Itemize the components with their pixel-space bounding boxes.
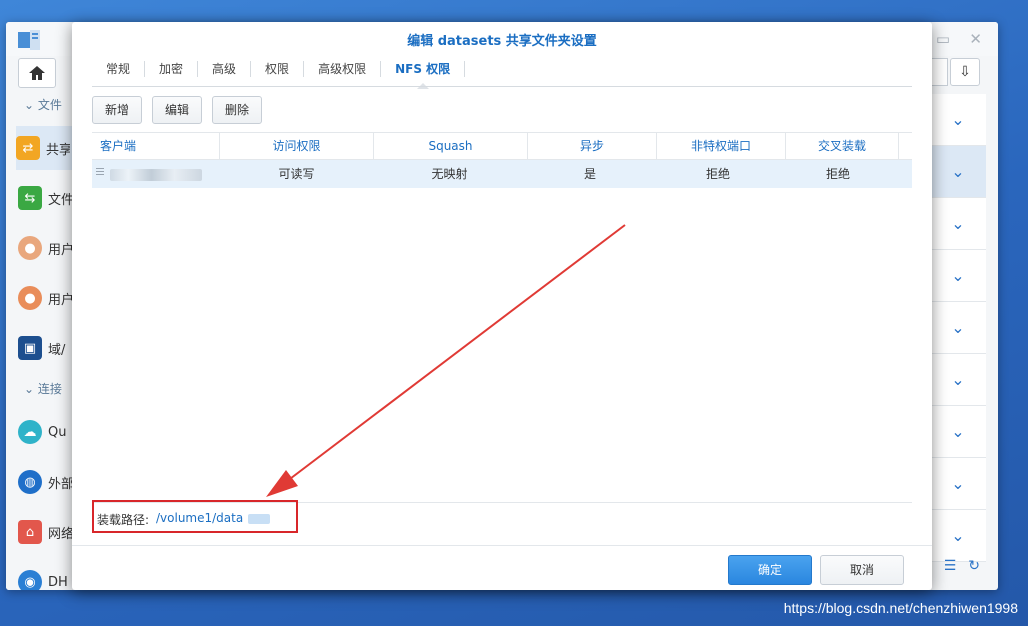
- nfs-rules-table: 客户端 访问权限 Squash 异步 非特权端口 交叉装载 可读写 无映射 是 …: [92, 132, 912, 188]
- shared-folder-list: ⌄ ⌄ ⌄ ⌄ ⌄ ⌄ ⌄ ⌄ ⌄: [930, 94, 986, 562]
- cell-non-privileged-port: 拒绝: [705, 167, 730, 181]
- tab-separator: [464, 61, 466, 77]
- sidebar-item-quickconnect[interactable]: ☁ Qu: [18, 410, 78, 454]
- sidebar-group-file[interactable]: ⌄ 文件: [24, 96, 62, 113]
- dialog-title: 编辑 datasets 共享文件夹设置: [407, 34, 597, 49]
- sidebar-item-label: 共享: [46, 142, 70, 158]
- dhcp-icon: ◉: [18, 570, 42, 590]
- tab-underline: [92, 86, 912, 87]
- sidebar-item-label: 域/: [48, 342, 66, 358]
- column-header-access[interactable]: 访问权限: [220, 133, 374, 159]
- quickconnect-icon: ☁: [18, 420, 42, 444]
- cell-async: 是: [583, 167, 596, 181]
- sort-button[interactable]: ⇩: [950, 58, 980, 86]
- expand-chevron-icon[interactable]: ⌄: [930, 146, 986, 198]
- tab-bar: 常规 加密 高级 权限 高级权限 NFS 权限: [92, 54, 466, 89]
- search-field-edge[interactable]: [931, 58, 948, 86]
- sidebar-item-domain[interactable]: ▣ 域/: [18, 326, 78, 370]
- shared-folder-icon: ⇄: [16, 136, 40, 160]
- tab-advanced-permissions[interactable]: 高级权限: [304, 54, 380, 84]
- cell-squash: 无映射: [431, 167, 468, 181]
- table-row[interactable]: 可读写 无映射 是 拒绝 拒绝: [92, 160, 912, 188]
- tab-permissions[interactable]: 权限: [251, 54, 303, 84]
- footer-divider: [72, 545, 932, 546]
- cell-client: [92, 160, 220, 188]
- expand-chevron-icon[interactable]: ⌄: [930, 354, 986, 406]
- table-header: 客户端 访问权限 Squash 异步 非特权端口 交叉装载: [92, 132, 912, 160]
- column-header-cross-mount[interactable]: 交叉装载: [786, 133, 899, 159]
- tab-general[interactable]: 常规: [92, 54, 144, 84]
- domain-icon: ▣: [18, 336, 42, 360]
- drag-handle-icon[interactable]: [96, 168, 104, 177]
- control-panel-app-icon: [18, 30, 40, 50]
- sidebar-item-label: DH: [48, 574, 68, 590]
- network-home-icon: ⌂: [18, 520, 42, 544]
- column-header-non-privileged-port[interactable]: 非特权端口: [657, 133, 786, 159]
- redacted-client-address: [110, 168, 202, 181]
- sidebar-item-label: 文件: [48, 192, 72, 208]
- globe-icon: ◍: [18, 470, 42, 494]
- expand-chevron-icon[interactable]: ⌄: [930, 458, 986, 510]
- expand-chevron-icon[interactable]: ⌄: [930, 302, 986, 354]
- cell-access: 可读写: [278, 167, 315, 181]
- refresh-icon[interactable]: ↻: [968, 558, 980, 574]
- close-icon[interactable]: ✕: [969, 30, 982, 48]
- expand-chevron-icon[interactable]: ⌄: [930, 94, 986, 146]
- expand-chevron-icon[interactable]: ⌄: [930, 198, 986, 250]
- sidebar-item-label: 用户: [48, 292, 72, 308]
- edit-button[interactable]: 编辑: [152, 96, 203, 124]
- sidebar-item-label: 网络: [48, 526, 72, 542]
- column-header-squash[interactable]: Squash: [374, 133, 528, 159]
- watermark: https://blog.csdn.net/chenzhiwen1998: [783, 600, 1018, 616]
- column-header-async[interactable]: 异步: [528, 133, 657, 159]
- sidebar-item-dhcp[interactable]: ◉ DH: [18, 560, 78, 590]
- sidebar-item-label: 外部: [48, 476, 72, 492]
- ok-button[interactable]: 确定: [728, 555, 812, 585]
- cell-cross-mount: 拒绝: [825, 167, 850, 181]
- edit-shared-folder-dialog: 编辑 datasets 共享文件夹设置 常规 加密 高级 权限 高级权限 NFS…: [72, 22, 932, 590]
- column-header-client[interactable]: 客户端: [92, 133, 220, 159]
- sidebar-item-shared-folder[interactable]: ⇄ 共享: [16, 126, 78, 170]
- minimize-icon[interactable]: ▭: [936, 30, 950, 48]
- tab-advanced[interactable]: 高级: [198, 54, 250, 84]
- list-footer-icons: ☰ ↻: [944, 558, 980, 574]
- sidebar-item-user[interactable]: ● 用户: [18, 226, 78, 270]
- expand-chevron-icon[interactable]: ⌄: [930, 406, 986, 458]
- cancel-button[interactable]: 取消: [820, 555, 904, 585]
- delete-button[interactable]: 删除: [212, 96, 263, 124]
- sidebar-item-network[interactable]: ⌂ 网络: [18, 510, 78, 554]
- sidebar-item-label: 用户: [48, 242, 72, 258]
- add-button[interactable]: 新增: [92, 96, 143, 124]
- home-button[interactable]: [18, 58, 56, 88]
- sidebar-item-external-access[interactable]: ◍ 外部: [18, 460, 78, 504]
- file-services-icon: ⇆: [18, 186, 42, 210]
- tab-encryption[interactable]: 加密: [145, 54, 197, 84]
- expand-chevron-icon[interactable]: ⌄: [930, 250, 986, 302]
- tab-nfs-permissions[interactable]: NFS 权限: [381, 54, 464, 89]
- sidebar-item-label: Qu: [48, 424, 67, 440]
- sidebar-item-group[interactable]: ● 用户: [18, 276, 78, 320]
- sort-icon: ⇩: [959, 64, 971, 80]
- home-icon: [29, 66, 45, 80]
- expand-chevron-icon[interactable]: ⌄: [930, 510, 986, 562]
- sidebar-group-connectivity[interactable]: ⌄ 连接: [24, 380, 62, 397]
- list-view-icon[interactable]: ☰: [944, 558, 957, 574]
- group-icon: ●: [18, 286, 42, 310]
- highlight-box: [92, 500, 298, 533]
- sidebar: ⌄ 文件 ⇄ 共享 ⇆ 文件 ● 用户 ● 用户 ▣ 域/ ⌄ 连接 ☁ Qu …: [6, 88, 78, 590]
- sidebar-item-file-services[interactable]: ⇆ 文件: [18, 176, 78, 220]
- user-icon: ●: [18, 236, 42, 260]
